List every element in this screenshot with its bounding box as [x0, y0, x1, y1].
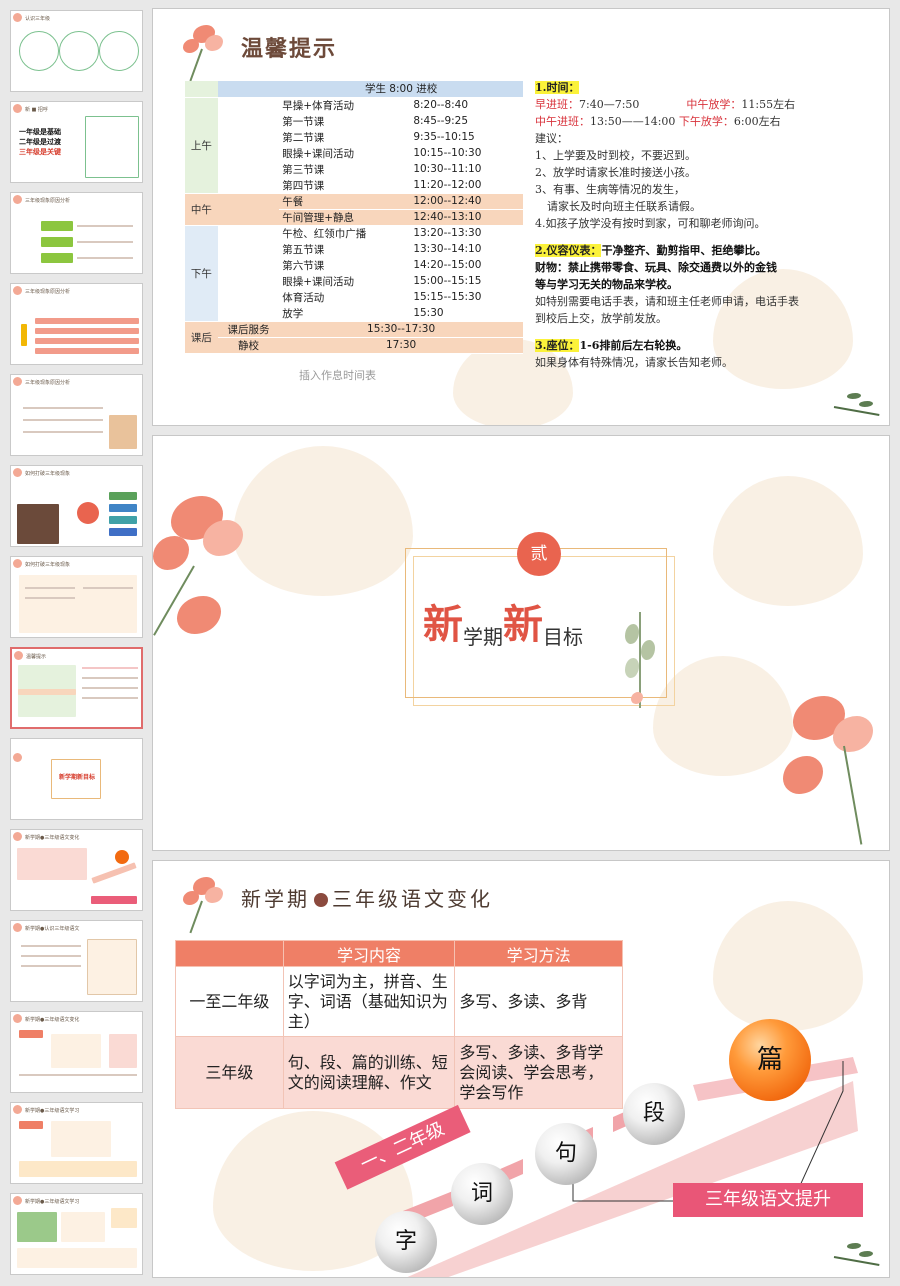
slide-thumbnail-12[interactable]: 新学期●三年级语文变化 — [10, 1011, 143, 1093]
flower-icon — [13, 832, 22, 841]
leaf-branch-icon — [621, 612, 661, 712]
step-ball-3: 句 — [535, 1123, 597, 1185]
flower-icon — [13, 468, 22, 477]
slide-thumbnail-2[interactable]: 新 ■ 招呼 一年级是基础 二年级是过渡 三年级是关键 — [10, 101, 143, 183]
slide-thumbnail-14[interactable]: 新学期●三年级语文学习 — [10, 1193, 143, 1275]
section-number: 贰 — [517, 532, 561, 576]
slide-thumbnail-5[interactable]: 三年级现象原因分析 — [10, 374, 143, 456]
step-ball-1: 字 — [375, 1211, 437, 1273]
flower-icon — [13, 195, 22, 204]
schedule-table: 学生 8:00 进校 上午 早操+体育活动 8:20--8:40 第一节课 8:4… — [185, 81, 523, 354]
flower-icon — [13, 1014, 22, 1023]
slide-thumbnail-13[interactable]: 新学期●三年级语文学习 — [10, 1102, 143, 1184]
flower-icon — [13, 104, 22, 113]
slide-chinese-change[interactable]: 新学期 三年级语文变化 学习内容 学习方法 一至二年级 以字词为主，拼音、生字、词… — [152, 860, 890, 1278]
slide-thumbnail-10[interactable]: 新学期●三年级语文变化 — [10, 829, 143, 911]
flower-icon — [13, 753, 22, 762]
tips-notes: 1.时间： 早进班：7:40—7:50 中午放学：11:55左右 中午进班：13… — [535, 81, 799, 369]
group-post: 课后 — [185, 321, 218, 354]
slide-thumbnail-8[interactable]: 温馨提示 — [10, 647, 143, 729]
table-caption: 插入作息时间表 — [299, 369, 376, 382]
step-ball-5: 篇 — [729, 1019, 811, 1101]
flower-icon — [14, 651, 23, 660]
flower-icon — [13, 13, 22, 22]
slide-thumbnail-1[interactable]: 认识三年级 — [10, 10, 143, 92]
slide-thumbnail-3[interactable]: 三年级现象原因分析 — [10, 192, 143, 274]
schedule-header: 学生 8:00 进校 — [279, 81, 523, 98]
flower-cluster-left — [153, 476, 293, 676]
flower-icon — [13, 1196, 22, 1205]
step-ball-4: 段 — [623, 1083, 685, 1145]
flower-cluster-right — [753, 686, 889, 850]
slide-thumbnail-7[interactable]: 如何打破三年级现象 — [10, 556, 143, 638]
group-pm: 下午 — [185, 225, 218, 322]
leaf-sprig-icon — [829, 1237, 880, 1267]
flower-icon — [13, 559, 22, 568]
slide-title: 温馨提示 — [241, 36, 338, 62]
slide-thumbnail-9[interactable]: 新学期新目标 — [10, 738, 143, 820]
step-ball-2: 词 — [451, 1163, 513, 1225]
slide-new-goal[interactable]: 贰 新学期新目标 — [152, 435, 890, 851]
flower-icon — [13, 1105, 22, 1114]
leaf-sprig-icon — [829, 387, 880, 417]
slide-thumbnail-6[interactable]: 如何打破三年级现象 — [10, 465, 143, 547]
banner-grade-3: 三年级语文提升 — [673, 1183, 863, 1217]
slide-thumbnail-4[interactable]: 三年级现象原因分析 — [10, 283, 143, 365]
flower-icon — [13, 923, 22, 932]
slide-tips[interactable]: 温馨提示 学生 8:00 进校 上午 早操+体育活动 8:20--8:40 第一… — [152, 8, 890, 426]
flower-icon — [175, 21, 235, 82]
flower-icon — [13, 286, 22, 295]
group-noon: 中午 — [185, 193, 218, 226]
group-am: 上午 — [185, 97, 218, 194]
flower-icon — [13, 377, 22, 386]
slide-thumbnail-rail: 认识三年级 新 ■ 招呼 一年级是基础 二年级是过渡 三年级是关键 三年级现象原… — [0, 0, 148, 1286]
slide-thumbnail-11[interactable]: 新学期●认识三年级语文 — [10, 920, 143, 1002]
